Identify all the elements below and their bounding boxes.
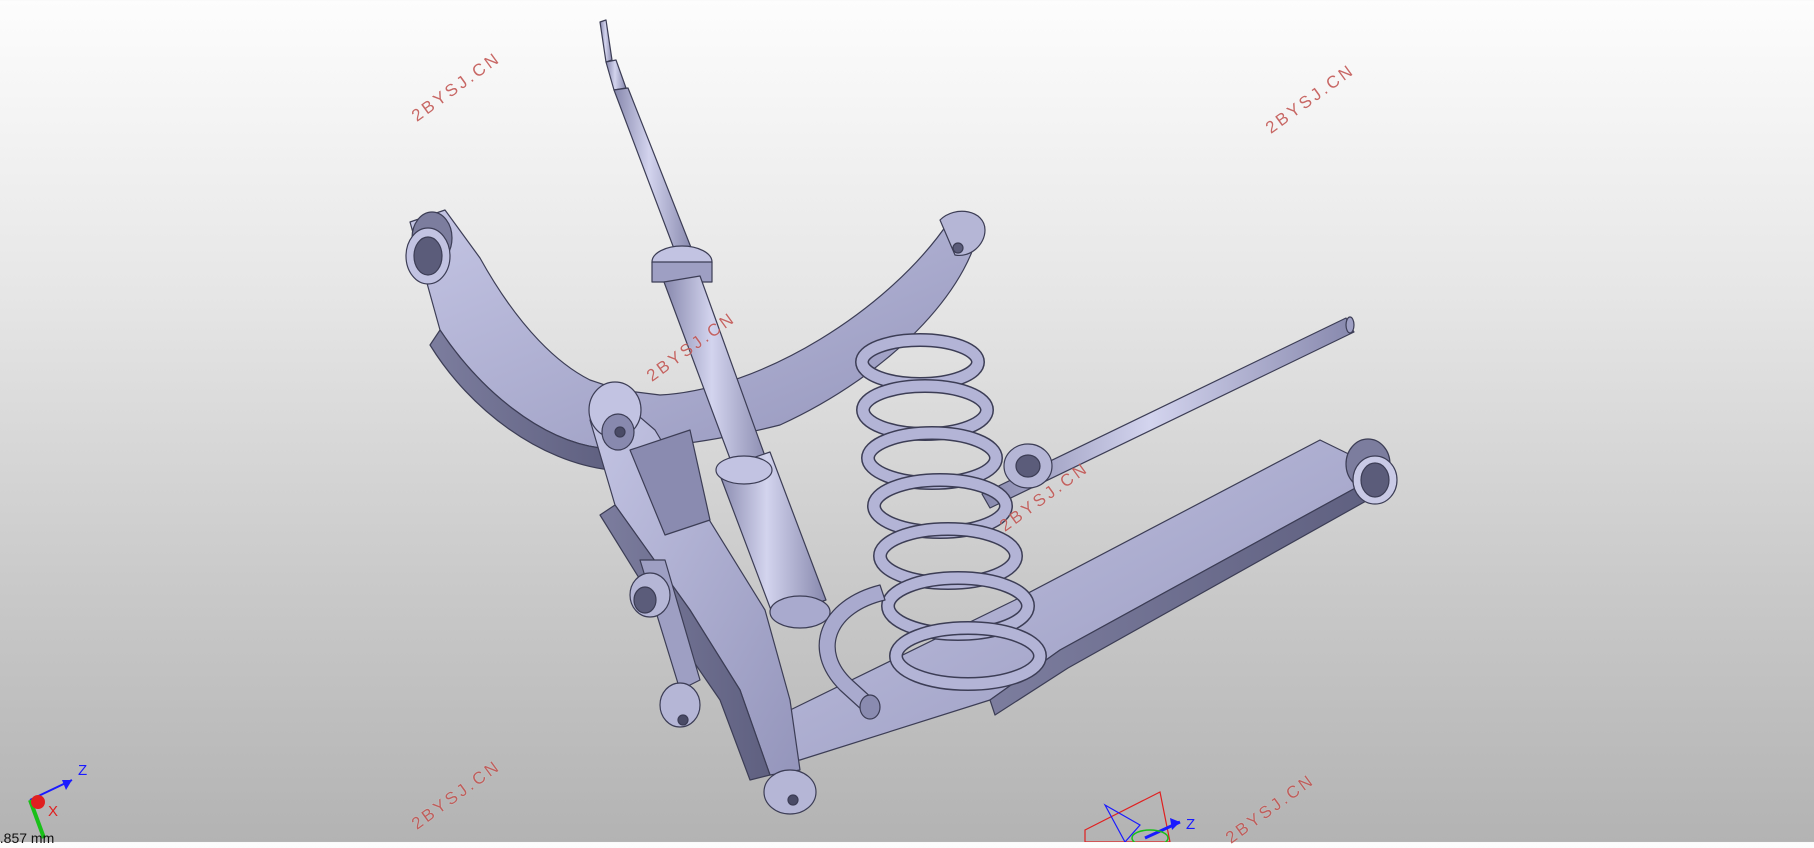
scale-readout: 2.857 mm — [0, 830, 55, 846]
compass-widget[interactable]: Z — [1084, 791, 1195, 842]
compass-z-label: Z — [1186, 816, 1195, 833]
assembly-model[interactable]: Z X Z — [0, 0, 1814, 842]
axis-triad: Z X — [28, 762, 87, 839]
3d-viewport[interactable]: Z X Z 2BYSJ.CN 2BYSJ.CN 2BYSJ.CN 2BYSJ.C… — [0, 0, 1814, 847]
x-axis-label: X — [48, 803, 58, 820]
eye-bracket[interactable] — [1003, 443, 1053, 489]
x-axis-icon — [31, 795, 45, 809]
z-axis-label: Z — [78, 762, 87, 779]
